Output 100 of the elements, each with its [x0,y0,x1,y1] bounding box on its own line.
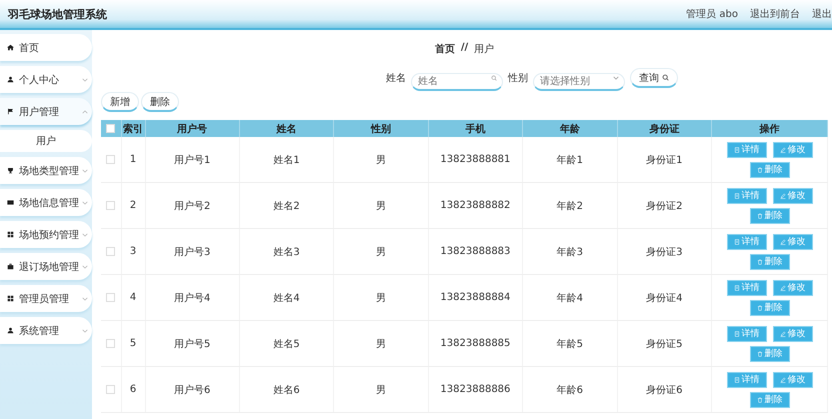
search-field[interactable]: 姓名 [411,73,503,91]
row-action-button[interactable]: 修改 [772,372,812,388]
select-field[interactable]: 请选择性别 [533,73,625,91]
action-icon [734,146,740,152]
header-link[interactable]: 退出 [812,7,832,21]
table-cell: 2 [121,182,145,228]
submenu-item[interactable]: 用户 [0,130,92,152]
admin-label: 管理员 abo [686,8,738,21]
sidebar-item[interactable]: 管理员管理 [0,285,92,312]
row-action-button[interactable]: 详情 [726,372,766,388]
chevron-icon [82,110,88,114]
table-cell: 6 [121,366,145,412]
row-action-button[interactable]: 详情 [726,326,766,342]
header-link[interactable]: 退出到前台 [750,7,800,21]
action-icon [734,238,740,244]
action-icon [780,238,786,244]
column-header: 手机 [428,120,523,137]
row-checkbox[interactable] [106,200,116,210]
table-cell: 13823888883 [428,228,523,274]
row-action-button[interactable]: 修改 [772,326,812,342]
table-cell: 年龄5 [522,320,618,366]
table-cell: 1 [121,137,145,182]
table-cell: 男 [334,137,428,182]
table-cell: 年龄6 [522,366,618,412]
table-cell: 用户号4 [145,274,240,320]
chevron-icon [82,200,88,204]
menu-icon [7,108,14,115]
action-icon [756,166,762,172]
column-header: 索引 [121,120,145,137]
column-header: 操作 [712,120,828,137]
row-action-button[interactable]: 详情 [726,234,766,250]
table-cell: 身份证5 [617,320,712,366]
table-cell: 年龄4 [522,274,618,320]
table-cell: 13823888885 [428,320,523,366]
row-action-button[interactable]: 详情 [726,142,766,158]
table-cell: 5 [121,320,145,366]
sidebar-item[interactable]: 用户管理 [0,98,92,125]
sidebar-item[interactable]: 退订场地管理 [0,253,92,280]
action-icon [780,192,786,198]
sidebar-item[interactable]: 首页 [0,34,92,61]
table-cell: 用户号1 [145,137,240,182]
menu-icon [7,199,14,206]
table-cell: 用户号5 [145,320,240,366]
menu-icon [7,76,14,83]
table-cell: 用户号3 [145,228,240,274]
row-action-button[interactable]: 详情 [726,280,766,296]
search-icon [662,74,669,81]
row-action-button[interactable]: 删除 [750,162,790,178]
breadcrumb-link[interactable]: 首页 [434,42,455,58]
chevron-icon [82,264,88,268]
select-all-checkbox[interactable] [106,124,116,133]
sidebar-item[interactable]: 场地信息管理 [0,189,92,216]
sidebar-item[interactable]: 场地预约管理 [0,221,92,248]
search-button[interactable]: 查询 [630,68,678,88]
action-icon [780,330,786,336]
table-cell: 男 [334,366,428,412]
column-header: 年龄 [522,120,618,137]
row-checkbox[interactable] [106,246,116,256]
table-cell: 身份证3 [617,228,712,274]
menu-icon [7,44,14,51]
chevron-icon [613,76,619,80]
row-checkbox[interactable] [106,338,116,348]
row-action-button[interactable]: 修改 [772,142,812,158]
table-cell: 男 [334,320,428,366]
table-cell: 姓名6 [239,366,334,412]
toolbar-button[interactable]: 删除 [141,92,179,112]
table-cell: 用户号2 [145,182,240,228]
row-action-button[interactable]: 修改 [772,188,812,204]
row-action-button[interactable]: 删除 [750,346,790,362]
row-action-button[interactable]: 修改 [772,280,812,296]
row-action-button[interactable]: 删除 [750,392,790,408]
chevron-icon [82,232,88,236]
menu-icon [7,231,14,238]
row-action-button[interactable]: 删除 [750,254,790,270]
sidebar-item[interactable]: 场地类型管理 [0,157,92,184]
sidebar-item[interactable]: 系统管理 [0,317,92,344]
row-checkbox[interactable] [106,384,116,394]
table-cell: 用户号6 [145,366,240,412]
action-icon [756,258,762,264]
row-action-button[interactable]: 修改 [772,234,812,250]
row-action-button[interactable]: 详情 [726,188,766,204]
menu-icon [7,263,14,270]
sidebar-item[interactable]: 个人中心 [0,66,92,93]
table-cell: 男 [334,274,428,320]
action-icon [734,330,740,336]
toolbar-button[interactable]: 新增 [101,92,139,112]
row-checkbox[interactable] [106,154,116,164]
row-checkbox[interactable] [106,292,116,302]
row-action-button[interactable]: 删除 [750,300,790,316]
menu-icon [7,167,14,174]
action-icon [780,146,786,152]
table-cell: 3 [121,228,145,274]
row-action-button[interactable]: 删除 [750,208,790,224]
table-cell: 男 [334,182,428,228]
table-cell: 13823888881 [428,137,523,182]
table-cell: 姓名1 [239,137,334,182]
chevron-icon [82,78,88,82]
breadcrumb-link[interactable]: 用户 [474,42,494,58]
table-cell: 身份证6 [617,366,712,412]
breadcrumb-separator: // [460,42,468,55]
